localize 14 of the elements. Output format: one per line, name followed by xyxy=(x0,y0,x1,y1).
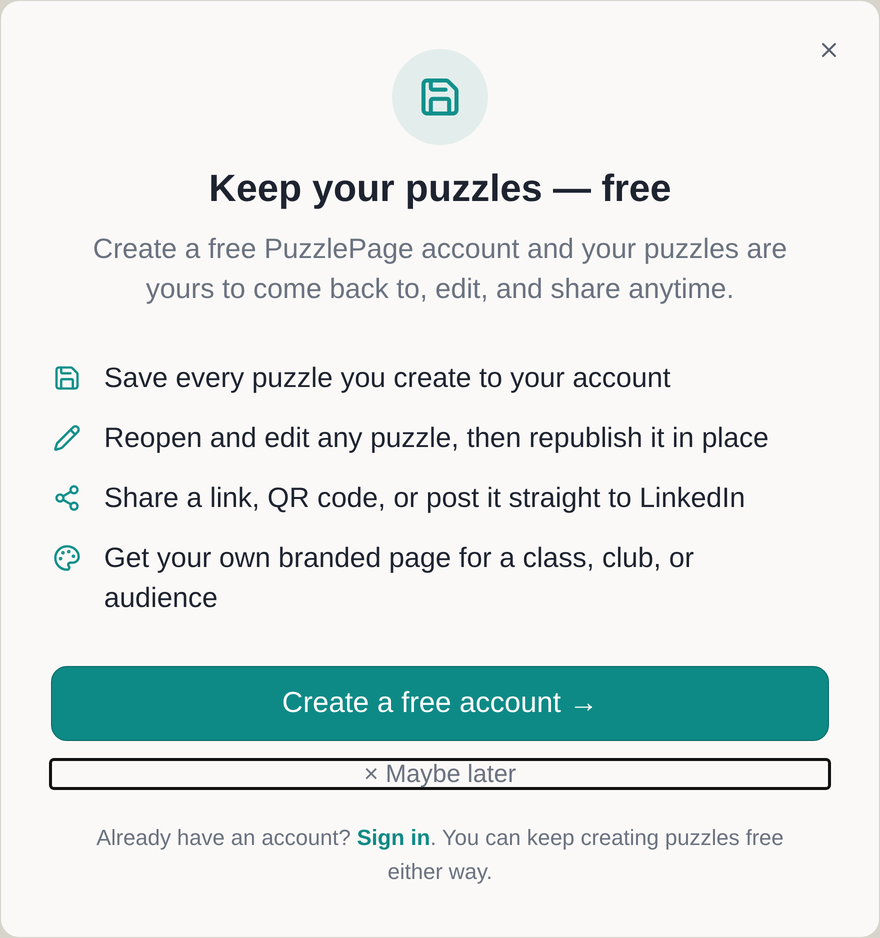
feature-text: Reopen and edit any puzzle, then republish it in place xyxy=(104,421,770,455)
save-icon xyxy=(53,364,81,392)
sign-in-note: Already have an account? Sign in. You can keep creating puzzles free either way. xyxy=(95,824,785,886)
maybe-later-button[interactable]: × Maybe later xyxy=(49,758,831,790)
feature-text: Share a link, QR code, or post it straight to LinkedIn xyxy=(104,481,746,515)
feature-text: Save every puzzle you create to your account xyxy=(104,361,672,395)
pencil-icon xyxy=(53,424,81,452)
feature-text: Get your own branded page for a class, club, or audience xyxy=(104,541,695,615)
sign-in-link[interactable]: Sign in xyxy=(356,825,430,850)
dialog-title: Keep your puzzles — free xyxy=(208,167,672,212)
palette-icon xyxy=(53,544,81,572)
share-icon xyxy=(53,484,81,512)
dialog-subtitle: Create a free PuzzlePage account and your puzzles are yours to come back to, edit, and share anytime. xyxy=(92,232,788,306)
create-account-button[interactable]: Create a free account → xyxy=(51,666,829,741)
